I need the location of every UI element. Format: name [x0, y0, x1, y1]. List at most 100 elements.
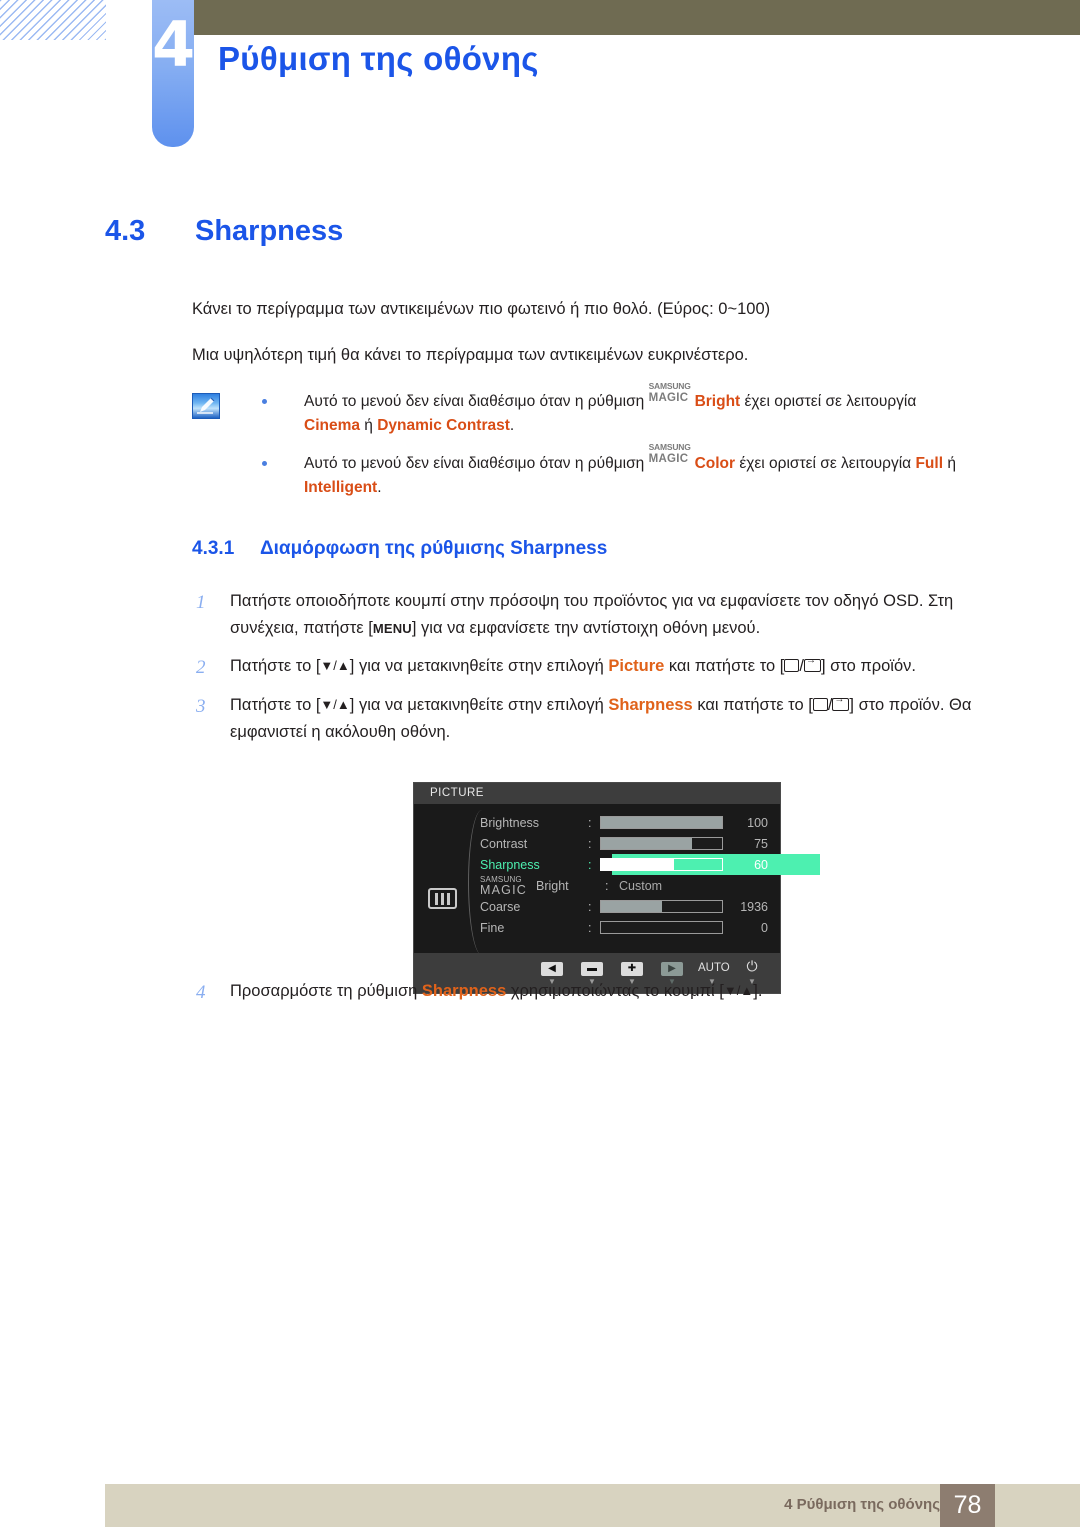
- osd-title: PICTURE: [414, 783, 780, 804]
- note-bullet-list: Αυτό το μενού δεν είναι διαθέσιμο όταν η…: [262, 381, 1022, 514]
- osd-row-colon: :: [588, 815, 592, 830]
- osd-row-label: Contrast: [480, 836, 528, 851]
- intro-paragraph-1: Κάνει το περίγραμμα των αντικειμένων πιο…: [192, 300, 771, 318]
- osd-row-brightness[interactable]: Brightness : 100: [480, 812, 772, 833]
- bullet-conj: ή: [943, 454, 956, 472]
- section-heading: 4.3 Sharpness: [105, 215, 343, 248]
- magic-suffix: Bright: [694, 393, 741, 410]
- intro-paragraph-2: Μια υψηλότερη τιμή θα κάνει το περίγραμμ…: [192, 346, 749, 364]
- step-highlight: Sharpness: [421, 981, 507, 1000]
- step-highlight: Picture: [608, 657, 665, 676]
- osd-row-label: Fine: [480, 920, 505, 935]
- osd-row-sharpness-wrap: Sharpness : 60: [480, 854, 820, 875]
- osd-row-slider[interactable]: [600, 837, 724, 850]
- magic-logo-bottom: MAGIC: [480, 883, 527, 897]
- step-text-b: χρησιμοποιώντας το κουμπί [: [506, 981, 724, 1000]
- subsection-title: Διαμόρφωση της ρύθμισης Sharpness: [260, 538, 608, 559]
- osd-row-value: 1936: [740, 899, 768, 914]
- osd-row-list: Brightness : 100 Contrast : 75 Sharpness…: [480, 812, 820, 938]
- osd-menu-screenshot: PICTURE Brightness : 100 Contrast : 75 S…: [413, 782, 820, 994]
- magic-suffix: Color: [694, 454, 736, 472]
- bullet-value-1: Cinema: [304, 417, 360, 435]
- source-box-icon: [812, 698, 828, 712]
- osd-row-colon: :: [588, 899, 592, 914]
- osd-row-value: 0: [761, 920, 768, 935]
- osd-body: Brightness : 100 Contrast : 75 Sharpness…: [414, 804, 820, 959]
- auto-label: AUTO: [698, 962, 730, 974]
- minus-icon: ▬: [581, 962, 603, 976]
- bullet-conj: ή: [360, 417, 378, 435]
- samsung-magic-logo: SAMSUNG MAGIC: [648, 442, 695, 468]
- decorative-hatch-pattern: [0, 0, 106, 40]
- magic-logo-bottom: MAGIC: [648, 453, 689, 466]
- osd-row-value: 60: [754, 857, 768, 872]
- step-text-c: ].: [753, 981, 763, 1000]
- step-text-a: Πατήστε το [: [230, 696, 321, 715]
- step-text-c: και πατήστε το [: [664, 657, 785, 676]
- power-icon: ⏻: [746, 958, 758, 974]
- bullet-dot-icon: [262, 399, 267, 404]
- step-text-b: ] για να εμφανίσετε την αντίστοιχη οθόνη…: [411, 618, 761, 637]
- osd-row-colon: :: [588, 857, 592, 872]
- osd-row-fine[interactable]: Fine : 0: [480, 917, 772, 938]
- step-text-c: και πατήστε το [: [692, 696, 813, 715]
- osd-row-slider[interactable]: [600, 900, 724, 913]
- chapter-title: Ρύθμιση της οθόνης: [218, 40, 539, 77]
- step-text-b: ] για να μετακινηθείτε στην επιλογή: [349, 696, 609, 715]
- osd-row-slider[interactable]: [600, 858, 724, 871]
- bullet-value-2: Intelligent: [304, 479, 378, 497]
- osd-row-value: Custom: [619, 878, 663, 893]
- osd-row-slider[interactable]: [600, 921, 724, 934]
- osd-row-contrast[interactable]: Contrast : 75: [480, 833, 772, 854]
- osd-row-sharpness[interactable]: Sharpness : 60: [480, 854, 772, 875]
- updown-arrows-icon: ▼/▲: [320, 697, 350, 713]
- footer-chapter-label: 4 Ρύθμιση της οθόνης: [784, 1496, 940, 1513]
- osd-row-colon: :: [588, 920, 592, 935]
- step-item-4: 4 Προσαρμόστε τη ρύθμιση Sharpness χρησι…: [192, 978, 1022, 1005]
- enter-arrow-icon: [803, 655, 821, 673]
- osd-row-magic-bright[interactable]: SAMSUNG MAGIC Bright : Custom: [480, 875, 772, 897]
- osd-row-coarse[interactable]: Coarse : 1936: [480, 896, 772, 917]
- note-bullet-item: Αυτό το μενού δεν είναι διαθέσιμο όταν η…: [262, 381, 1022, 439]
- plus-icon: ✚: [621, 962, 643, 976]
- bullet-text-mid: έχει οριστεί σε λειτουργία: [735, 454, 916, 472]
- footer-page-number: 78: [940, 1484, 995, 1527]
- subsection-number: 4.3.1: [192, 538, 235, 559]
- step-list: 1 Πατήστε οποιοδήποτε κουμπί στην πρόσοψ…: [192, 588, 1022, 1016]
- osd-row-label: Sharpness: [480, 857, 540, 872]
- osd-row-slider[interactable]: [600, 816, 724, 829]
- chapter-number: 4: [152, 8, 195, 81]
- left-arrow-icon: ◀: [541, 962, 563, 976]
- right-arrow-icon: ▶: [661, 962, 683, 976]
- osd-row-label: Brightness: [480, 815, 540, 830]
- source-box-icon: [784, 659, 800, 673]
- magic-suffix: Bright: [536, 879, 569, 893]
- step-text-d: ] στο προϊόν.: [820, 657, 916, 676]
- step-text-a: Προσαρμόστε τη ρύθμιση: [230, 981, 422, 1000]
- bullet-value-1: Full: [915, 454, 944, 472]
- header-olive-bar: [193, 0, 1080, 35]
- bullet-dot-icon: [262, 460, 267, 466]
- bullet-text-end: .: [509, 417, 515, 435]
- samsung-magic-logo: SAMSUNG MAGIC: [648, 381, 695, 407]
- section-number: 4.3: [105, 215, 146, 247]
- osd-samsung-magic-label: SAMSUNG MAGIC Bright: [480, 875, 605, 897]
- picture-tiles-icon: [428, 888, 457, 909]
- osd-row-colon: :: [588, 836, 592, 851]
- step-text-a: Πατήστε το [: [230, 657, 321, 676]
- step-number: 1: [196, 592, 206, 613]
- osd-row-value: 100: [747, 815, 768, 830]
- osd-row-label: Coarse: [480, 899, 521, 914]
- subsection-heading: 4.3.1 Διαμόρφωση της ρύθμισης Sharpness: [192, 538, 607, 560]
- step-number: 3: [196, 696, 206, 718]
- section-title: Sharpness: [195, 215, 344, 247]
- step-item-2: 2 Πατήστε το [▼/▲] για να μετακινηθείτε …: [192, 653, 1022, 680]
- updown-arrows-icon: ▼/▲: [320, 658, 350, 674]
- updown-arrows-icon: ▼/▲: [723, 982, 754, 998]
- osd-row-colon: :: [605, 878, 609, 893]
- bullet-text-mid: έχει οριστεί σε λειτουργία: [740, 393, 917, 410]
- osd-row-value: 75: [754, 836, 768, 851]
- bullet-text-before: Αυτό το μενού δεν είναι διαθέσιμο όταν η…: [304, 393, 649, 410]
- magic-logo-bottom: MAGIC: [648, 391, 689, 404]
- step-number: 4: [196, 981, 206, 1003]
